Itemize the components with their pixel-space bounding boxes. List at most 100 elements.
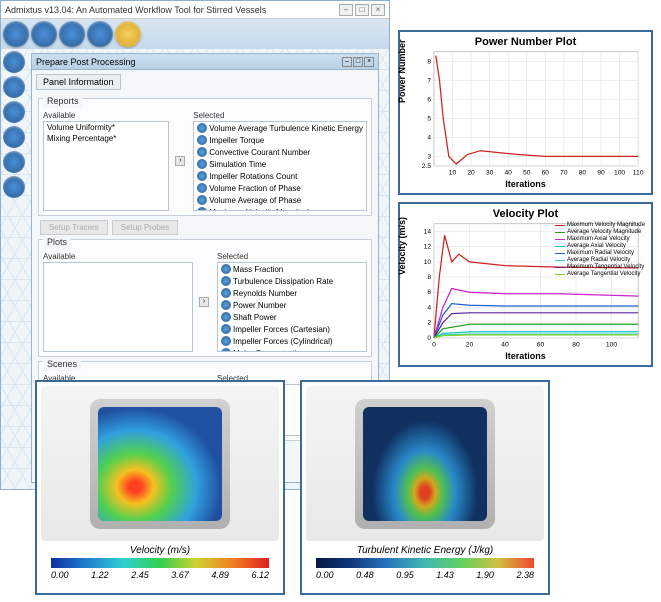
reports-available-list[interactable]: Volume Uniformity*Mixing Percentage* [43,121,169,211]
report-icon [221,264,231,274]
minimize-button[interactable]: – [339,4,353,16]
panel-close-icon[interactable]: × [364,57,374,67]
list-item[interactable]: Molar Concentration [218,347,366,352]
panel-titlebar[interactable]: Prepare Post Processing – □ × [32,54,378,70]
window-titlebar[interactable]: Admixtus v13.04: An Automated Workflow T… [1,1,389,19]
plots-selected-list[interactable]: Mass FractionTurbulence Dissipation Rate… [217,262,367,352]
legend-item: Maximum Axial Velocity [555,236,645,243]
toolbar-btn-1[interactable] [3,21,29,47]
chart2-title: Velocity Plot [404,208,647,220]
close-button[interactable]: × [371,4,385,16]
svg-text:2.5: 2.5 [422,163,432,170]
panel-information-button[interactable]: Panel Information [36,74,121,90]
tke-colorbar-ticks: 0.000.480.951.431.902.38 [316,570,534,580]
toolbar-btn-4[interactable] [87,21,113,47]
side-btn-6[interactable] [3,176,25,198]
toolbar-btn-3[interactable] [59,21,85,47]
svg-text:3: 3 [427,153,431,160]
chart2-xlabel: Iterations [505,351,546,361]
list-item[interactable]: Maximum Velocity Magnitude [194,206,366,211]
velocity-legend: Maximum Velocity MagnitudeAverage Veloci… [555,222,645,278]
svg-text:60: 60 [542,170,550,177]
plots-label: Plots [43,235,71,249]
svg-text:70: 70 [560,170,568,177]
plots-available-list[interactable] [43,262,193,352]
list-item[interactable]: Impeller Forces (Cartesian) [218,323,366,335]
list-item[interactable]: Reynolds Number [218,287,366,299]
svg-text:14: 14 [424,228,432,235]
setup-probes-button: Setup Probes [112,220,178,235]
reports-section: Reports Available Volume Uniformity*Mixi… [38,98,372,216]
svg-text:40: 40 [501,342,509,349]
side-btn-3[interactable] [3,101,25,123]
report-icon [221,288,231,298]
svg-text:80: 80 [579,170,587,177]
reports-selected-label: Selected [193,111,367,120]
report-icon [197,207,207,211]
svg-text:90: 90 [597,170,605,177]
list-item[interactable]: Volume Average Turbulence Kinetic Energy [194,122,366,134]
panel-max-icon[interactable]: □ [353,57,363,67]
svg-text:110: 110 [633,170,644,177]
panel-min-icon[interactable]: – [342,57,352,67]
side-btn-1[interactable] [3,51,25,73]
velocity-colorbar [51,558,269,568]
list-item[interactable]: Simulation Time [194,158,366,170]
svg-text:100: 100 [614,170,625,177]
list-item[interactable]: Volume Fraction of Phase [194,182,366,194]
list-item[interactable]: Mass Fraction [218,263,366,275]
toolbar-btn-5[interactable] [115,21,141,47]
reports-available-label: Available [43,111,169,120]
chart1-title: Power Number Plot [404,36,647,48]
tke-scene-panel: Turbulent Kinetic Energy (J/kg) 0.000.48… [300,380,550,595]
svg-text:50: 50 [523,170,531,177]
list-item[interactable]: Convective Courant Number [194,146,366,158]
svg-text:4: 4 [427,134,431,141]
list-item[interactable]: Impeller Rotations Count [194,170,366,182]
chart1-xlabel: Iterations [505,179,546,189]
report-icon [197,171,207,181]
main-toolbar [1,19,389,49]
report-icon [197,195,207,205]
list-item[interactable]: Mixing Percentage* [44,133,168,144]
plots-section: Plots Available › Selected Mass Fraction… [38,239,372,357]
reports-selected-list[interactable]: Volume Average Turbulence Kinetic Energy… [193,121,367,211]
svg-text:10: 10 [449,170,457,177]
maximize-button[interactable]: □ [355,4,369,16]
toolbar-btn-2[interactable] [31,21,57,47]
legend-item: Maximum Radial Velocity [555,250,645,257]
velocity-colorbar-label: Velocity (m/s) [41,545,279,556]
move-right-button[interactable]: › [199,297,209,307]
side-btn-4[interactable] [3,126,25,148]
svg-text:6: 6 [427,96,431,103]
report-icon [197,159,207,169]
report-icon [197,147,207,157]
list-item[interactable]: Impeller Torque [194,134,366,146]
panel-title-text: Prepare Post Processing [36,57,136,67]
power-number-plot-panel: Power Number Plot Power Number 102030405… [398,30,653,195]
svg-text:7: 7 [427,77,431,84]
legend-item: Maximum Tangential Velocity [555,264,645,271]
svg-text:0: 0 [432,342,436,349]
tke-colorbar-label: Turbulent Kinetic Energy (J/kg) [306,545,544,556]
report-icon [221,336,231,346]
velocity-plot-panel: Velocity Plot Velocity (m/s) 02040608010… [398,202,653,367]
plots-available-label: Available [43,252,193,261]
list-item[interactable]: Volume Average of Phase [194,194,366,206]
tke-colorbar [316,558,534,568]
svg-text:100: 100 [606,342,617,349]
svg-text:4: 4 [427,304,431,311]
side-btn-2[interactable] [3,76,25,98]
svg-text:60: 60 [537,342,545,349]
move-right-button[interactable]: › [175,156,185,166]
list-item[interactable]: Turbulence Dissipation Rate [218,275,366,287]
velocity-colorbar-ticks: 0.001.222.453.674.896.12 [51,570,269,580]
list-item[interactable]: Shaft Power [218,311,366,323]
side-btn-5[interactable] [3,151,25,173]
legend-item: Maximum Velocity Magnitude [555,222,645,229]
svg-text:12: 12 [424,244,432,251]
list-item[interactable]: Impeller Forces (Cylindrical) [218,335,366,347]
list-item[interactable]: Volume Uniformity* [44,122,168,133]
list-item[interactable]: Power Number [218,299,366,311]
report-icon [197,123,207,133]
